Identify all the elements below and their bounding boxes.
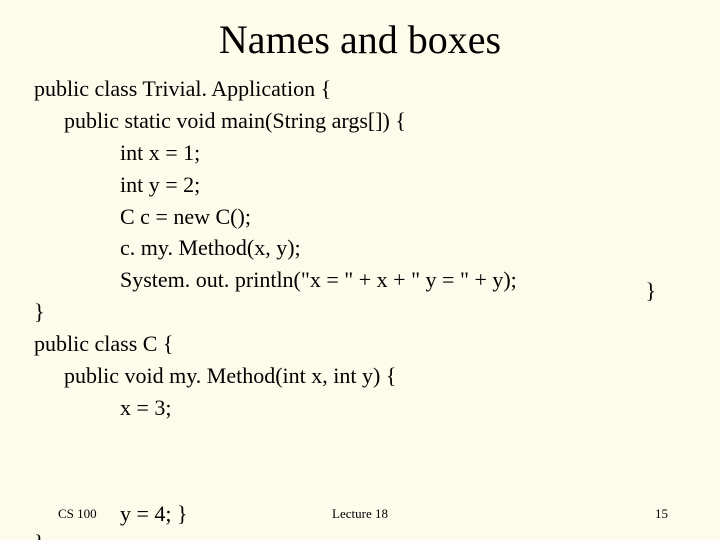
- footer-page-number: 15: [655, 506, 668, 522]
- code-line: c. my. Method(x, y);: [34, 232, 686, 264]
- footer-lecture: Lecture 18: [0, 506, 720, 522]
- code-line: public void my. Method(int x, int y) {: [34, 360, 686, 392]
- code-line: public class Trivial. Application {: [34, 73, 686, 105]
- code-line: }: [34, 296, 686, 328]
- slide: Names and boxes public class Trivial. Ap…: [0, 0, 720, 540]
- code-line: public class C {: [34, 328, 686, 360]
- code-line: public static void main(String args[]) {: [34, 105, 686, 137]
- code-line: }: [34, 530, 45, 540]
- code-line: int x = 1;: [34, 137, 686, 169]
- slide-title: Names and boxes: [0, 0, 720, 73]
- code-line: x = 3;: [34, 392, 686, 424]
- code-body: public class Trivial. Application { publ…: [0, 73, 720, 424]
- code-line: int y = 2;: [34, 169, 686, 201]
- closing-brace: }: [645, 278, 656, 304]
- code-line: System. out. println("x = " + x + " y = …: [34, 264, 686, 296]
- code-line: C c = new C();: [34, 201, 686, 233]
